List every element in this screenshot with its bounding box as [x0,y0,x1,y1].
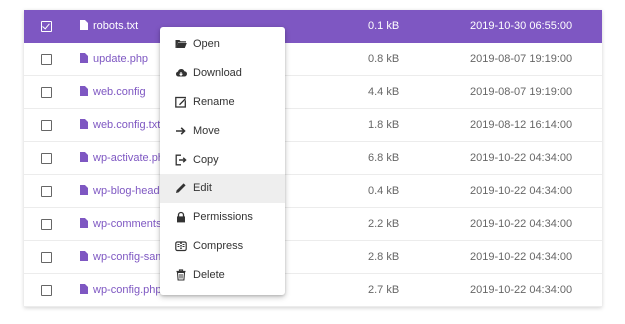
file-row[interactable]: wp-config-sample.php2.8 kB2019-10-22 04:… [24,241,602,274]
pencil-icon [175,182,187,194]
file-modified-date: 2019-10-22 04:34:00 [470,185,573,197]
file-icon [80,284,88,294]
file-size: 6.8 kB [368,152,400,164]
copy-icon [175,154,187,166]
menu-item-move[interactable]: Move [160,116,285,145]
menu-item-delete[interactable]: Delete [160,260,285,289]
file-row[interactable]: web.config 4.4 kB 2019-08-07 19:19:00 [24,76,602,109]
menu-item-open[interactable]: Open [160,30,285,59]
menu-item-label: Copy [193,153,219,166]
menu-item-label: Permissions [193,211,253,224]
menu-item-label: Compress [193,239,244,252]
menu-item-label: Delete [193,268,225,281]
context-menu: Open Download Rename Move Copy Edit Permission… [160,27,285,295]
file-modified-date: 2019-10-22 04:34:00 [470,284,573,296]
file-size: 4.4 kB [368,86,400,98]
row-checkbox[interactable] [41,252,52,263]
file-icon [80,152,88,162]
file-icon [80,119,88,129]
menu-item-label: Open [193,38,220,51]
file-icon [80,185,88,195]
menu-item-compress[interactable]: Compress [160,232,285,261]
file-modified-date: 2019-10-22 04:34:00 [470,251,573,263]
menu-item-label: Download [193,67,242,80]
file-size: 2.7 kB [368,284,400,296]
file-row[interactable]: robots.txt 0.1 kB 2019-10-30 06:55:00 [24,10,602,43]
file-row[interactable]: wp-config.php 2.7 kB 2019-10-22 04:34:00 [24,274,602,307]
file-icon [80,251,88,261]
file-icon [80,53,88,63]
file-size: 2.8 kB [368,251,400,263]
cloud-download-icon [175,67,187,79]
file-size: 1.8 kB [368,119,400,131]
row-checkbox[interactable] [41,87,52,98]
menu-item-download[interactable]: Download [160,59,285,88]
file-icon [80,86,88,96]
menu-item-label: Rename [193,95,235,108]
file-modified-date: 2019-10-22 04:34:00 [470,218,573,230]
file-size: 0.1 kB [368,20,400,32]
menu-item-copy[interactable]: Copy [160,145,285,174]
arrow-right-icon [175,125,187,137]
file-size: 2.2 kB [368,218,400,230]
file-modified-date: 2019-08-07 19:19:00 [470,53,573,65]
row-checkbox[interactable] [41,219,52,230]
row-checkbox[interactable] [41,153,52,164]
row-checkbox[interactable] [41,285,52,296]
file-row[interactable]: update.php 0.8 kB 2019-08-07 19:19:00 [24,43,602,76]
row-checkbox[interactable] [41,54,52,65]
menu-item-permissions[interactable]: Permissions [160,203,285,232]
file-size: 0.4 kB [368,185,400,197]
trash-icon [175,269,187,281]
file-icon [80,20,88,30]
file-icon [80,218,88,228]
rename-icon [175,96,187,108]
file-row[interactable]: web.config.txt 1.8 kB 2019-08-12 16:14:00 [24,109,602,142]
file-row[interactable]: wp-comments-post.php2.2 kB2019-10-22 04:… [24,208,602,241]
file-modified-date: 2019-08-12 16:14:00 [470,119,573,131]
compress-icon [175,240,187,252]
menu-item-label: Move [193,124,220,137]
row-checkbox[interactable] [41,21,52,32]
menu-item-label: Edit [193,182,212,195]
row-checkbox[interactable] [41,186,52,197]
file-modified-date: 2019-10-30 06:55:00 [470,20,573,32]
file-modified-date: 2019-10-22 04:34:00 [470,152,573,164]
menu-item-edit[interactable]: Edit [160,173,285,203]
lock-icon [175,211,187,223]
menu-item-rename[interactable]: Rename [160,88,285,117]
file-row[interactable]: wp-activate.php 6.8 kB 2019-10-22 04:34:00 [24,142,602,175]
folder-open-icon [175,38,187,50]
file-modified-date: 2019-08-07 19:19:00 [470,86,573,98]
row-checkbox[interactable] [41,120,52,131]
file-size: 0.8 kB [368,53,400,65]
file-list: robots.txt 0.1 kB 2019-10-30 06:55:00 updat… [24,10,602,307]
file-row[interactable]: wp-blog-header.php0.4 kB2019-10-22 04:34… [24,175,602,208]
